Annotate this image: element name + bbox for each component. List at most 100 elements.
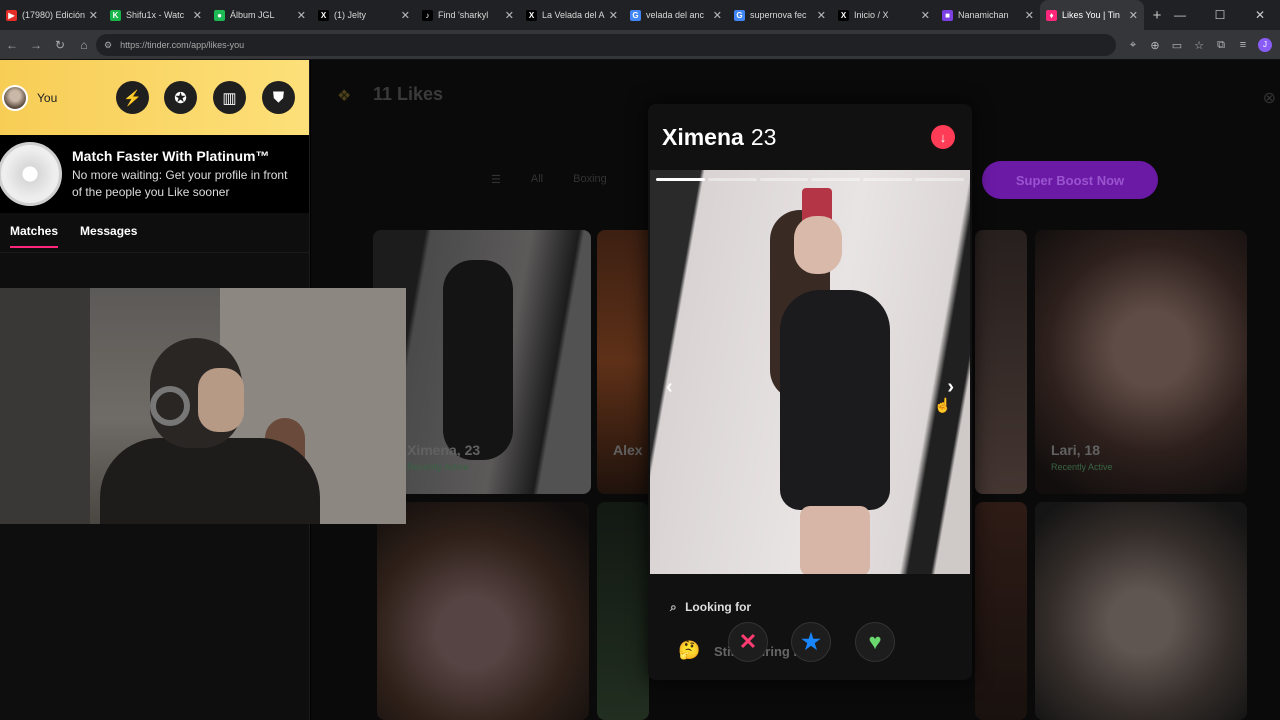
like-card[interactable] xyxy=(377,502,589,720)
filter-settings-icon[interactable]: ☰ xyxy=(491,173,501,186)
lightning-icon: ⚡ xyxy=(123,89,142,107)
like-card[interactable]: Lari, 18 Recently Active xyxy=(1035,230,1247,494)
tab-close-icon[interactable]: ✕ xyxy=(505,9,514,22)
tab-title: Shifu1x - Watc xyxy=(126,10,185,20)
like-card[interactable] xyxy=(975,502,1027,720)
tab-close-icon[interactable]: ✕ xyxy=(193,9,202,22)
location-icon[interactable]: ⌖ xyxy=(1122,39,1144,52)
profile-name: Ximena xyxy=(662,123,744,150)
promo-subtitle: No more waiting: Get your profile in fro… xyxy=(72,167,288,199)
browser-tab[interactable]: K Shifu1x - Watc ✕ xyxy=(104,0,208,30)
tab-title: velada del anc xyxy=(646,10,705,20)
forward-icon[interactable]: → xyxy=(24,38,48,52)
url-input[interactable]: ⚙ https://tinder.com/app/likes-you xyxy=(96,34,1116,56)
browser-tab[interactable]: ♦ Likes You | Tin ✕ xyxy=(1040,0,1144,30)
close-icon[interactable]: ⊗ xyxy=(1263,88,1276,108)
tab-favicon-icon: ● xyxy=(214,9,225,21)
cast-icon[interactable]: ▭ xyxy=(1166,39,1188,52)
photo-progress-bars xyxy=(656,178,964,181)
explore-button[interactable]: ✪ xyxy=(164,81,197,114)
extensions-icon[interactable]: ⧉ xyxy=(1210,39,1232,52)
site-info-icon[interactable]: ⚙ xyxy=(104,40,112,51)
like-card[interactable] xyxy=(1035,502,1247,720)
shop-button[interactable]: ▥ xyxy=(213,81,246,114)
platinum-flame-icon: ♦ xyxy=(0,142,62,206)
chevron-left-icon[interactable]: ‹ xyxy=(666,376,673,399)
tab-title: (1) Jelty xyxy=(334,10,367,20)
browser-tab[interactable]: Gvelada del anc ✕ xyxy=(624,0,728,30)
collapse-profile-button[interactable]: ↓ xyxy=(931,125,955,149)
tab-close-icon[interactable]: ✕ xyxy=(297,9,306,22)
avatar[interactable] xyxy=(2,84,28,111)
browser-tab[interactable]: ● Álbum JGL ✕ xyxy=(208,0,312,30)
browser-tab[interactable]: Gsupernova fec ✕ xyxy=(728,0,832,30)
window-close-icon[interactable]: ✕ xyxy=(1240,0,1280,30)
tab-close-icon[interactable]: ✕ xyxy=(89,9,98,22)
browser-tab[interactable]: X La Velada del A ✕ xyxy=(520,0,624,30)
card-name: Ximena, 23 xyxy=(407,442,481,458)
shield-icon: ⛊ xyxy=(272,89,285,106)
looking-for-section: ⌕ Looking for xyxy=(670,600,751,615)
window-controls: — ☐ ✕ xyxy=(1160,0,1280,30)
reload-icon[interactable]: ↻ xyxy=(48,38,72,52)
back-icon[interactable]: ← xyxy=(0,38,24,52)
browser-tab[interactable]: X (1) Jelty ✕ xyxy=(312,0,416,30)
maximize-icon[interactable]: ☐ xyxy=(1200,0,1240,30)
platinum-promo[interactable]: ♦ Match Faster With Platinum™ No more wa… xyxy=(0,135,309,213)
compass-icon: ✪ xyxy=(174,89,187,107)
tab-title: Álbum JGL xyxy=(230,10,275,20)
filter-boxing[interactable]: Boxing xyxy=(573,173,607,186)
browser-tab[interactable]: X Inicio / X ✕ xyxy=(832,0,936,30)
star-icon: ★ xyxy=(801,629,821,654)
tab-favicon-icon: X xyxy=(318,9,329,21)
card-name: Lari, 18 xyxy=(1051,442,1101,458)
tab-matches[interactable]: Matches xyxy=(10,224,59,248)
like-button[interactable]: ♥ xyxy=(855,622,895,662)
chevron-right-icon[interactable]: › xyxy=(947,376,954,399)
bookmark-star-icon[interactable]: ☆ xyxy=(1188,39,1210,52)
tab-close-icon[interactable]: ✕ xyxy=(1129,9,1138,22)
tab-close-icon[interactable]: ✕ xyxy=(401,9,410,22)
super-like-button[interactable]: ★ xyxy=(791,622,831,662)
sidebar-header: You ⚡ ✪ ▥ ⛊ xyxy=(0,60,309,135)
menu-icon[interactable]: ≡ xyxy=(1232,39,1254,51)
super-boost-button[interactable]: Super Boost Now xyxy=(982,161,1158,199)
safety-button[interactable]: ⛊ xyxy=(262,81,295,114)
address-bar-row: ← → ↻ ⌂ ⚙ https://tinder.com/app/likes-y… xyxy=(0,30,1280,60)
filter-row: ☰ All Boxing xyxy=(491,173,637,186)
tab-close-icon[interactable]: ✕ xyxy=(817,9,826,22)
tab-close-icon[interactable]: ✕ xyxy=(713,9,722,22)
filter-all[interactable]: All xyxy=(531,173,543,186)
card-status: Recently Active xyxy=(1051,462,1113,472)
tab-favicon-icon: X xyxy=(526,9,537,21)
profile-avatar-icon[interactable]: J xyxy=(1258,38,1272,52)
tab-messages[interactable]: Messages xyxy=(80,224,137,242)
tab-close-icon[interactable]: ✕ xyxy=(609,9,618,22)
tab-favicon-icon: ▶ xyxy=(6,9,17,21)
headset-icon xyxy=(150,386,190,426)
profile-age: 23 xyxy=(750,123,777,150)
mouse-cursor-icon: ☝ xyxy=(934,397,952,413)
page-title: 11 Likes xyxy=(373,84,444,104)
boost-button[interactable]: ⚡ xyxy=(116,81,149,114)
like-card[interactable] xyxy=(975,230,1027,494)
browser-tab[interactable]: ■ Nanamichan ✕ xyxy=(936,0,1040,30)
profile-photo[interactable]: ‹ › xyxy=(650,170,970,574)
tab-close-icon[interactable]: ✕ xyxy=(1025,9,1034,22)
search-icon: ⌕ xyxy=(670,600,677,614)
user-label[interactable]: You xyxy=(37,91,57,105)
arrow-down-icon: ↓ xyxy=(939,129,947,145)
browser-tab[interactable]: ▶ (17980) Edición ✕ xyxy=(0,0,104,30)
tab-close-icon[interactable]: ✕ xyxy=(921,9,930,22)
zoom-icon[interactable]: ⊕ xyxy=(1144,39,1166,52)
looking-for-label: Looking for xyxy=(685,600,752,614)
tab-title: supernova fec xyxy=(750,10,807,20)
browser-tab[interactable]: ♪ Find 'sharkyl ✕ xyxy=(416,0,520,30)
like-card[interactable] xyxy=(597,502,649,720)
minimize-icon[interactable]: — xyxy=(1160,0,1200,30)
tab-favicon-icon: G xyxy=(630,9,641,21)
tab-favicon-icon: ♦ xyxy=(1046,9,1057,21)
home-icon[interactable]: ⌂ xyxy=(72,38,96,52)
webcam-overlay xyxy=(0,288,406,524)
nope-button[interactable]: ✕ xyxy=(728,622,768,662)
